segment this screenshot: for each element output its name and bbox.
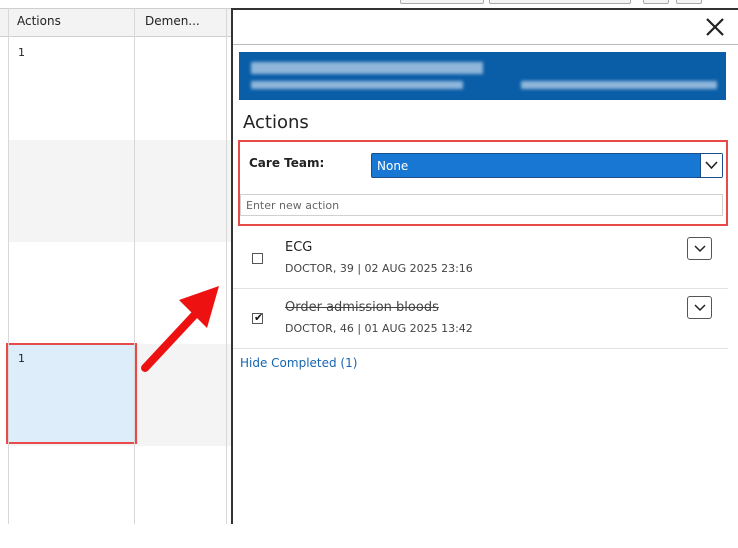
top-toolbar xyxy=(0,0,738,8)
checkmark-icon: ✔ xyxy=(254,311,264,324)
redacted-identifiers xyxy=(521,81,717,89)
annotation-arrow-icon xyxy=(141,286,219,372)
highlight-box xyxy=(6,343,137,444)
action-item: ✔ Order admission bloods DOCTOR, 46 | 01… xyxy=(233,292,728,350)
hide-completed-link[interactable]: Hide Completed (1) xyxy=(240,356,357,370)
care-team-value: None xyxy=(377,159,409,173)
actions-panel: Actions Care Team: None ECG DOCTOR, 39 |… xyxy=(231,8,738,524)
new-action-input[interactable] xyxy=(240,194,723,216)
toolbar-button[interactable] xyxy=(400,0,484,4)
chevron-down-icon xyxy=(693,303,706,311)
patient-banner xyxy=(239,52,726,100)
actions-cell-value[interactable]: 1 xyxy=(18,352,25,365)
column-divider xyxy=(8,8,9,524)
column-divider xyxy=(134,8,135,524)
chevron-down-icon[interactable] xyxy=(700,154,722,177)
action-checkbox[interactable] xyxy=(252,253,263,264)
divider xyxy=(233,348,728,349)
action-title: Order admission bloods xyxy=(285,300,439,315)
action-item: ECG DOCTOR, 39 | 02 AUG 2025 23:16 xyxy=(233,232,728,290)
panel-title: Actions xyxy=(243,112,309,133)
column-header-dementia[interactable]: Demen... xyxy=(145,14,200,28)
grid-header: Actions Demen... xyxy=(0,8,232,37)
actions-cell-value[interactable]: 1 xyxy=(18,46,25,59)
table-row[interactable] xyxy=(8,140,232,242)
action-title: ECG xyxy=(285,240,313,255)
divider xyxy=(233,288,728,289)
action-meta: DOCTOR, 46 | 01 AUG 2025 13:42 xyxy=(285,322,473,335)
redacted-details xyxy=(251,81,463,89)
action-checkbox-checked[interactable]: ✔ xyxy=(252,311,264,324)
toolbar-button[interactable] xyxy=(643,0,669,4)
redacted-name xyxy=(251,62,483,74)
divider xyxy=(233,44,738,45)
toolbar-button[interactable] xyxy=(489,0,631,4)
action-meta: DOCTOR, 39 | 02 AUG 2025 23:16 xyxy=(285,262,473,275)
care-team-select[interactable]: None xyxy=(371,153,723,178)
expand-action-button[interactable] xyxy=(687,296,712,319)
close-icon[interactable] xyxy=(704,16,726,38)
chevron-down-icon xyxy=(693,244,706,252)
patient-grid: Actions Demen... 1 1 xyxy=(0,8,232,524)
table-row[interactable] xyxy=(8,36,232,138)
column-header-actions[interactable]: Actions xyxy=(17,14,61,28)
care-team-label: Care Team: xyxy=(249,156,325,170)
expand-action-button[interactable] xyxy=(687,237,712,260)
column-divider xyxy=(226,8,227,524)
toolbar-button[interactable] xyxy=(676,0,702,4)
table-row[interactable] xyxy=(8,446,232,548)
